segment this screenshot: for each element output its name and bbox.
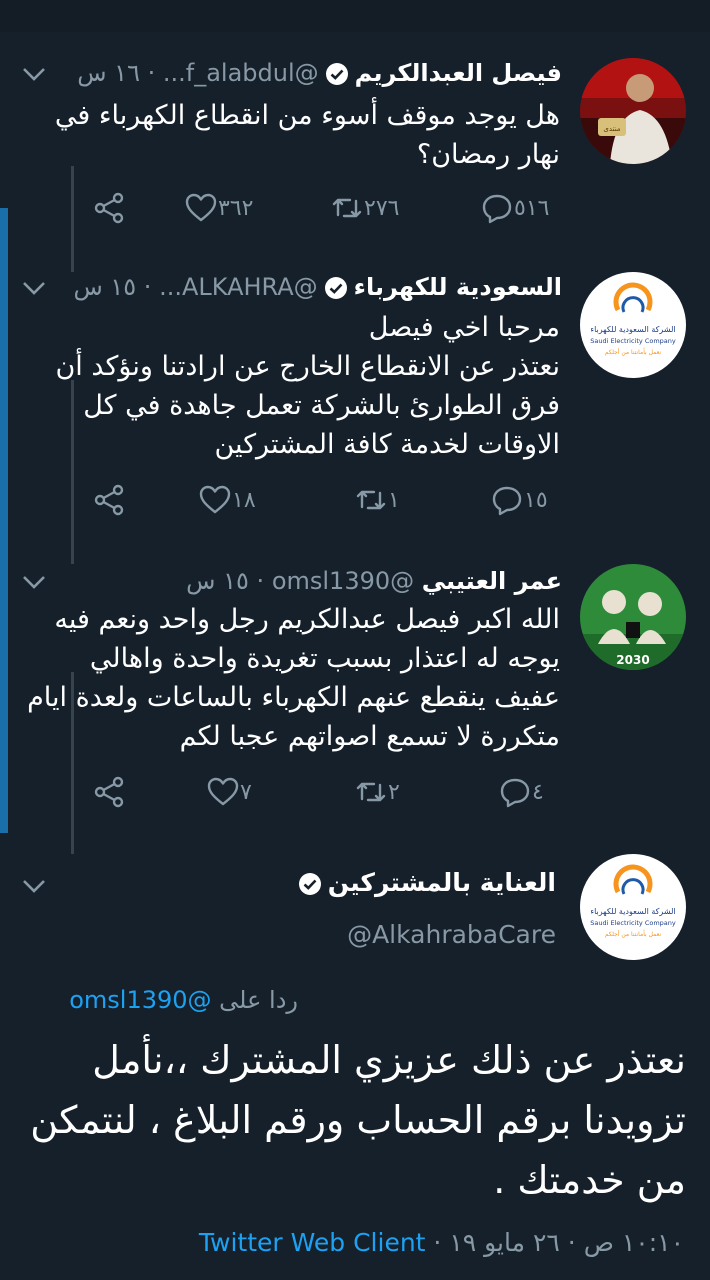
reply-button[interactable]: ٤ (498, 772, 556, 812)
avatar[interactable]: الشركة السعودية للكهرباء Saudi Electrici… (580, 272, 686, 378)
reply-icon (492, 486, 522, 516)
like-icon (199, 485, 231, 514)
svg-text:منتدى: منتدى (603, 125, 620, 133)
reply-count: ٥١٦ (514, 195, 550, 221)
avatar-year: 2030 (616, 653, 649, 667)
avatar-text-en: Saudi Electricity Company (590, 919, 676, 927)
author-name[interactable]: عمر العتيبي (422, 567, 562, 595)
client-link[interactable]: Twitter Web Client (199, 1228, 426, 1257)
retweet-button[interactable]: ١ (354, 480, 412, 520)
tweet-actions: ٥١٦ ٢٧٦ ٣٦٢ (0, 188, 710, 228)
tweet-time: ١٥ س (186, 567, 249, 595)
chevron-down-icon[interactable] (20, 64, 48, 84)
avatar-text-ar: الشركة السعودية للكهرباء (590, 907, 675, 916)
avatar[interactable]: 2030 (580, 564, 686, 670)
avatar-text-sub: نعمل بأمانتنا من أجلكم (605, 929, 662, 938)
retweet-button[interactable]: ٢٧٦ (330, 188, 411, 228)
verified-badge-icon (324, 277, 347, 299)
share-button[interactable] (92, 772, 126, 812)
like-button[interactable]: ٧ (206, 772, 264, 812)
avatar[interactable]: منتدى (580, 58, 686, 164)
author-name-text: العناية بالمشتركين (327, 868, 556, 897)
share-icon (94, 192, 124, 224)
reply-count: ١٥ (524, 487, 548, 513)
verified-badge-icon (298, 873, 321, 895)
like-count: ٧ (240, 779, 252, 805)
tweet-sep: · (256, 567, 265, 595)
avatar-text-en: Saudi Electricity Company (590, 337, 676, 345)
chevron-down-icon[interactable] (20, 572, 48, 592)
reply-button[interactable]: ٥١٦ (480, 188, 561, 228)
tweet-header: السعودية للكهرباء @ALKAHRA... · ١٥ س (73, 270, 562, 304)
retweet-button[interactable]: ٢ (354, 772, 412, 812)
retweet-count: ٢٧٦ (364, 195, 400, 221)
chevron-down-icon[interactable] (20, 876, 48, 896)
like-icon (185, 193, 217, 222)
tweet-sep: · (147, 59, 156, 87)
verified-badge-icon (325, 63, 348, 85)
tweet-text: مرحبا اخي فيصل نعتذر عن الانقطاع الخارج … (20, 308, 560, 464)
like-count: ٣٦٢ (218, 195, 254, 221)
author-name[interactable]: السعودية للكهرباء (354, 273, 562, 301)
share-icon (94, 776, 124, 808)
status-bar (0, 0, 710, 32)
tweet-meta: ١٠:١٠ ص · ٢٦ مايو ١٩ · Twitter Web Clien… (199, 1228, 684, 1257)
tweet-sep: · (143, 273, 152, 301)
meta-sep: · (567, 1228, 576, 1257)
chevron-down-icon[interactable] (20, 278, 48, 298)
avatar-text-ar: الشركة السعودية للكهرباء (590, 325, 675, 334)
tweet-text-line: مرحبا اخي فيصل (368, 312, 560, 343)
reply-count: ٤ (532, 779, 544, 805)
avatar-text-sub: نعمل بأمانتنا من أجلكم (605, 347, 662, 356)
tweet-actions: ٤ ٢ ٧ (0, 772, 710, 812)
retweet-icon (332, 198, 362, 218)
tweet-text: نعتذر عن ذلك عزيزي المشترك ،،نأمل تزويدن… (30, 1038, 686, 1202)
tweet-time: ١٦ س (77, 59, 140, 87)
author-handle: @f_alabdul... (162, 59, 319, 87)
tweet-time: ١٥ س (73, 273, 137, 301)
share-button[interactable] (92, 480, 126, 520)
tweet-time: ١٠:١٠ ص (583, 1228, 684, 1257)
replying-to: ردا على @omsl1390 (69, 986, 298, 1014)
retweet-count: ٢ (388, 779, 400, 805)
retweet-icon (356, 782, 386, 802)
like-button[interactable]: ٣٦٢ (184, 188, 265, 228)
tweet-header: عمر العتيبي @omsl1390 · ١٥ س (186, 564, 562, 598)
like-count: ١٨ (232, 487, 256, 513)
like-icon (207, 777, 239, 806)
retweet-icon (356, 490, 386, 510)
reply-icon (482, 194, 512, 224)
author-handle: @ALKAHRA... (159, 273, 318, 301)
author-handle: @AlkahrabaCare (347, 920, 556, 949)
tweet-header: فيصل العبدالكريم @f_alabdul... · ١٦ س (77, 56, 562, 90)
conversation-accent-bar (0, 208, 8, 833)
tweet-text: الله اكبر فيصل عبدالكريم رجل واحد ونعم ف… (27, 604, 560, 752)
reply-icon (500, 778, 530, 808)
replying-label: ردا على (219, 986, 298, 1014)
share-button[interactable] (92, 188, 126, 228)
tweet-date: ٢٦ مايو ١٩ (449, 1228, 560, 1257)
tweet-text: هل يوجد موقف أسوء من انقطاع الكهرباء في … (54, 100, 560, 170)
tweet-text-line: نعتذر عن الانقطاع الخارج عن ارادتنا ونؤك… (55, 351, 560, 460)
share-icon (94, 484, 124, 516)
like-button[interactable]: ١٨ (198, 480, 268, 520)
author-name[interactable]: فيصل العبدالكريم (355, 59, 562, 87)
retweet-count: ١ (388, 487, 400, 513)
author-name[interactable]: العناية بالمشتركين (292, 866, 556, 900)
mention-link[interactable]: @omsl1390 (69, 986, 211, 1014)
meta-sep: · (433, 1228, 442, 1257)
reply-button[interactable]: ١٥ (490, 480, 560, 520)
avatar[interactable]: الشركة السعودية للكهرباء Saudi Electrici… (580, 854, 686, 960)
tweet-actions: ١٥ ١ ١٨ (0, 480, 710, 520)
author-handle: @omsl1390 (271, 567, 415, 595)
